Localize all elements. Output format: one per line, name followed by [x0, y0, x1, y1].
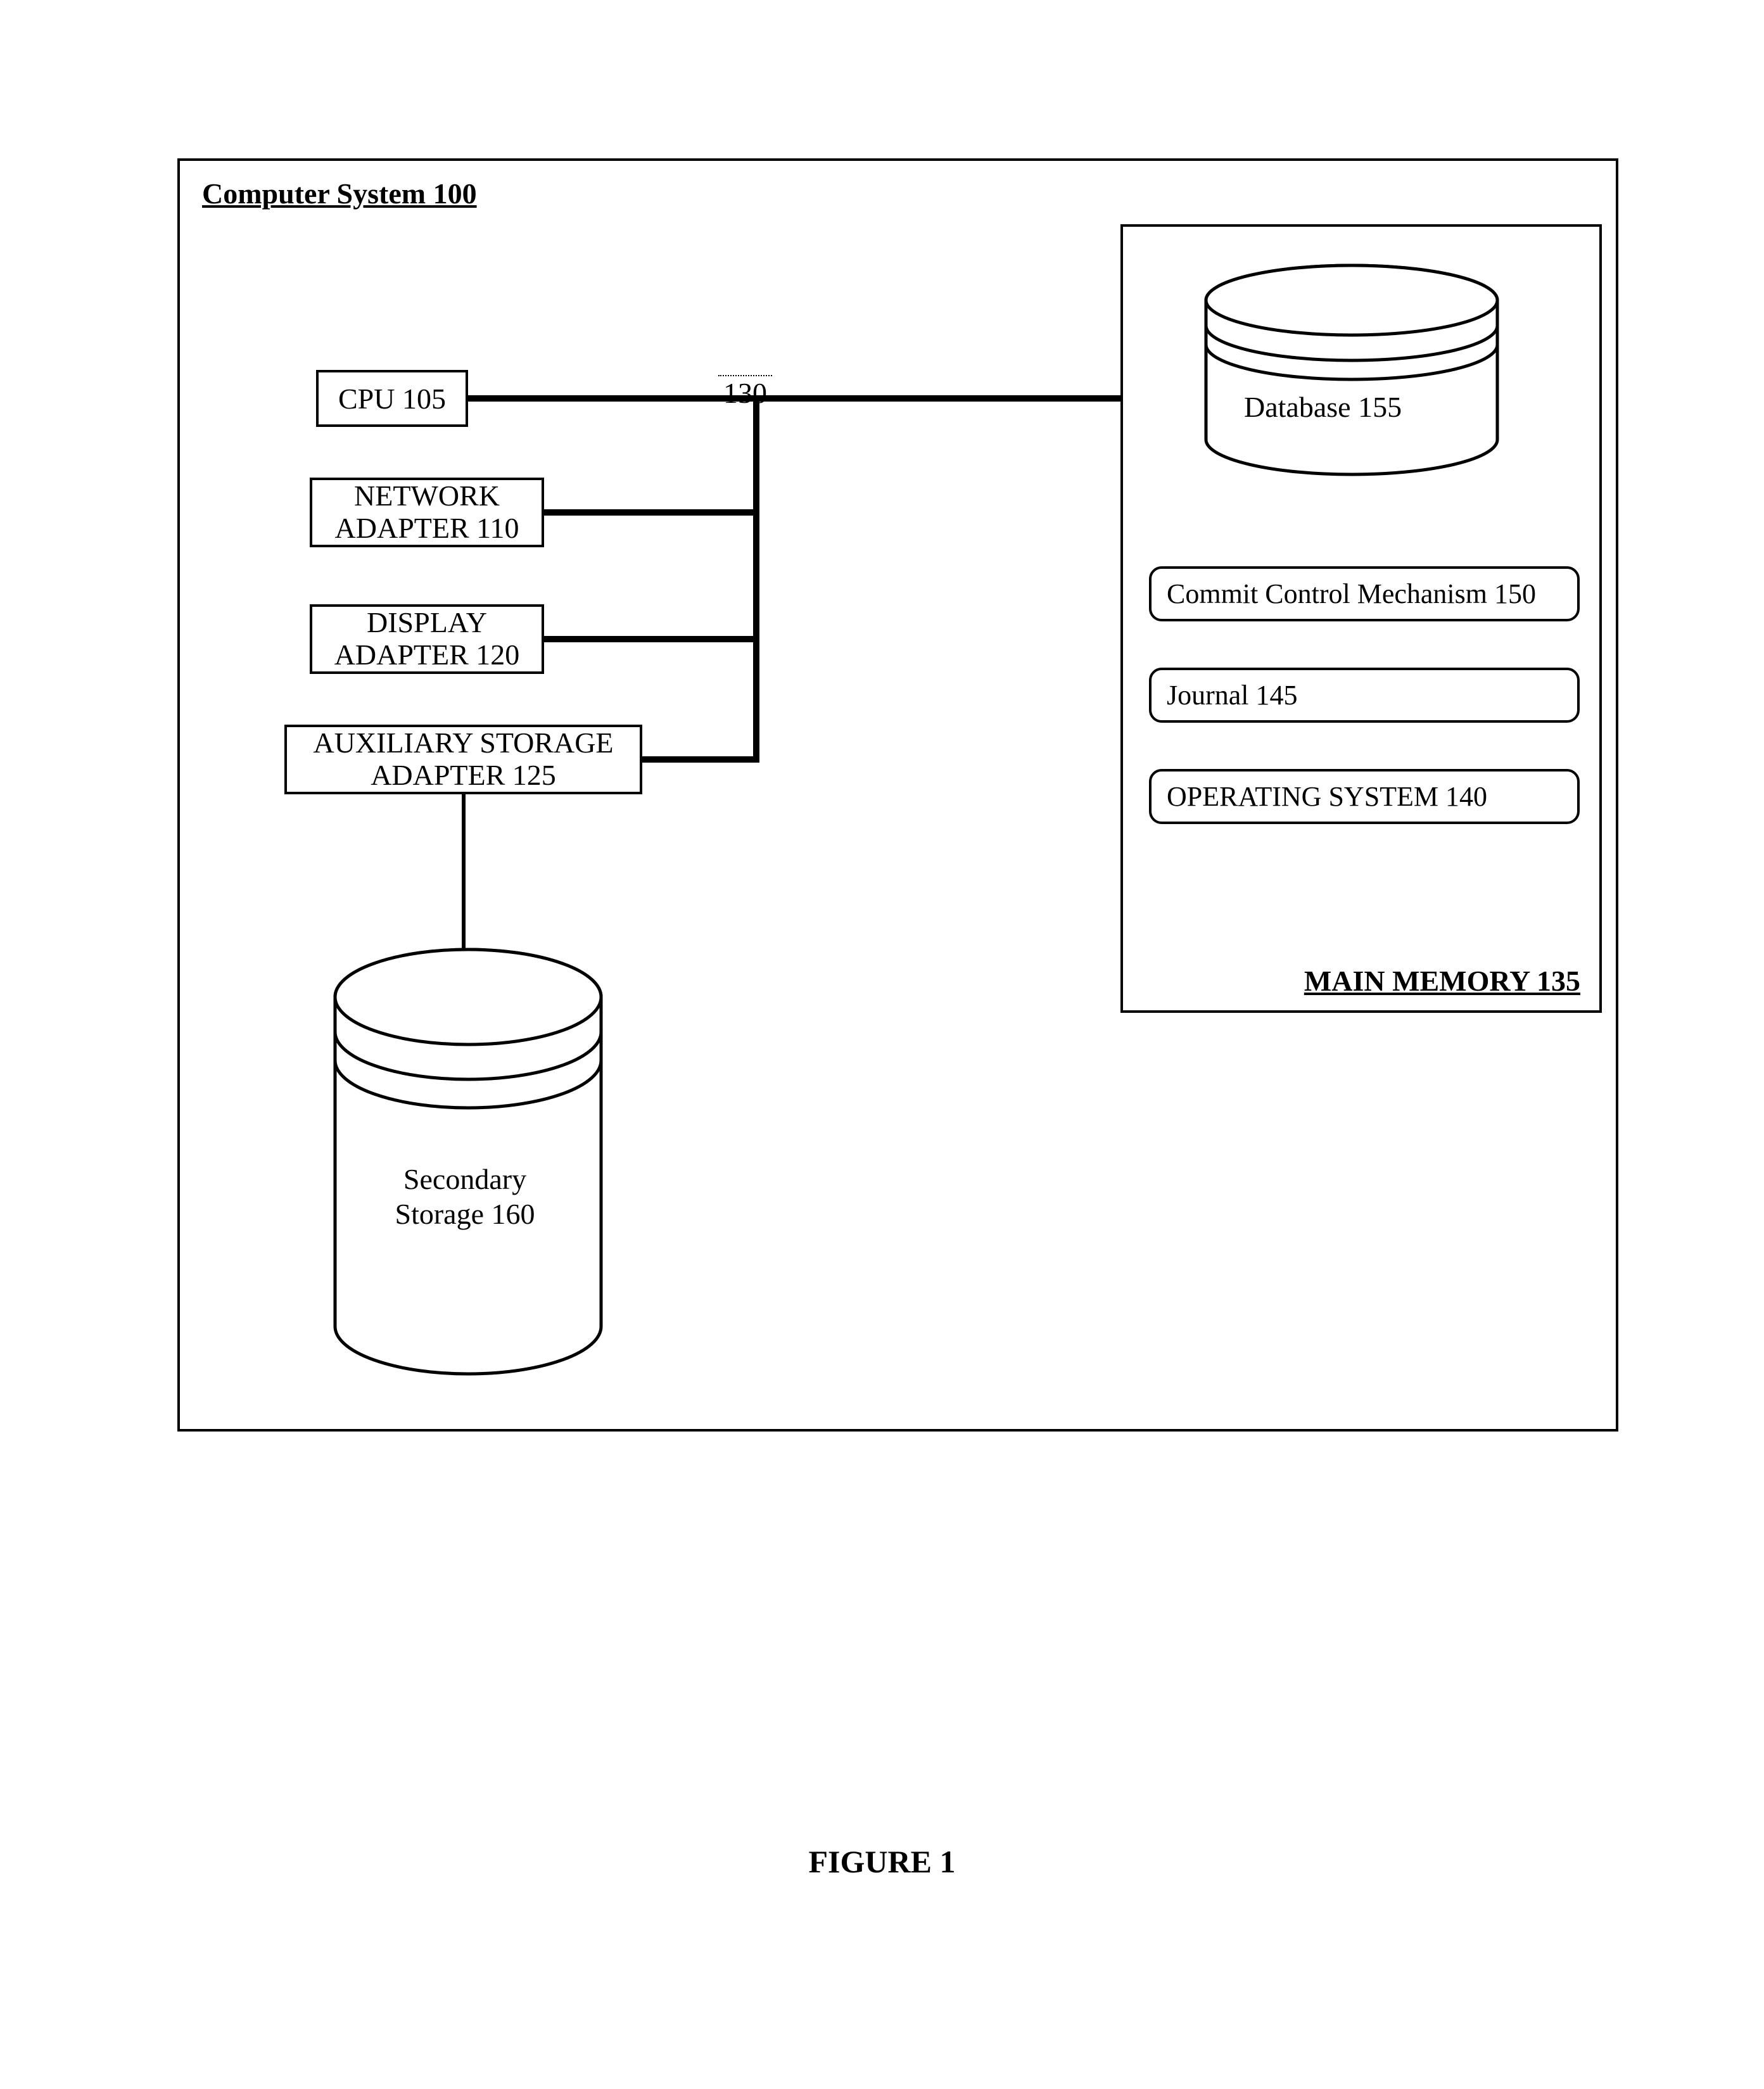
- aux-label-1: AUXILIARY STORAGE: [313, 727, 613, 759]
- os-label: OPERATING SYSTEM 140: [1167, 781, 1487, 812]
- database-cylinder-icon: [1193, 262, 1510, 484]
- aux-label-2: ADAPTER 125: [371, 759, 556, 792]
- bus-line-network: [544, 509, 759, 516]
- cpu-box: CPU 105: [316, 370, 468, 427]
- bus-line-aux: [642, 756, 759, 763]
- network-label-1: NETWORK: [354, 480, 500, 512]
- commit-label: Commit Control Mechanism 150: [1167, 578, 1536, 609]
- bus-line-display: [544, 636, 759, 642]
- aux-to-storage-line: [462, 794, 466, 953]
- display-adapter-box: DISPLAY ADAPTER 120: [310, 604, 544, 674]
- system-title: Computer System 100: [202, 177, 477, 210]
- network-label-2: ADAPTER 110: [335, 512, 519, 545]
- bus-line-vertical: [753, 395, 759, 763]
- figure-caption: FIGURE 1: [809, 1843, 956, 1880]
- bus-line-main: [468, 395, 1120, 402]
- journal-label: Journal 145: [1167, 680, 1298, 711]
- operating-system-box: OPERATING SYSTEM 140: [1149, 769, 1580, 824]
- cpu-label: CPU 105: [338, 382, 446, 416]
- bus-label: 130: [718, 375, 772, 410]
- main-memory-label: MAIN MEMORY 135: [1304, 964, 1580, 998]
- secondary-label-2: Storage 160: [395, 1198, 535, 1230]
- network-adapter-box: NETWORK ADAPTER 110: [310, 478, 544, 547]
- aux-storage-adapter-box: AUXILIARY STORAGE ADAPTER 125: [284, 725, 642, 794]
- commit-control-box: Commit Control Mechanism 150: [1149, 566, 1580, 621]
- display-label-1: DISPLAY: [367, 607, 487, 639]
- secondary-label-1: Secondary: [403, 1163, 526, 1195]
- display-label-2: ADAPTER 120: [334, 639, 520, 671]
- database-label: Database 155: [1244, 390, 1402, 424]
- computer-system-frame: Computer System 100 130 CPU 105 NETWORK …: [177, 158, 1618, 1432]
- journal-box: Journal 145: [1149, 668, 1580, 723]
- secondary-storage-label: Secondary Storage 160: [383, 1162, 547, 1231]
